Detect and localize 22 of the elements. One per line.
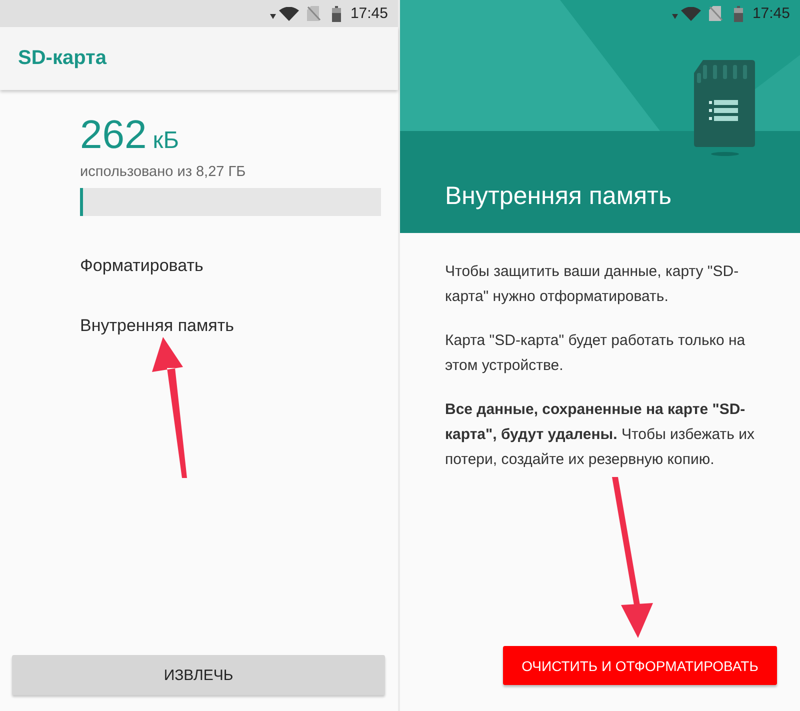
app-bar-title: SD-карта [18, 47, 106, 70]
status-time: 17:45 [752, 5, 790, 22]
format-button[interactable]: ОЧИСТИТЬ И ОТФОРМАТИРОВАТЬ [503, 646, 777, 685]
menu-item[interactable]: Внутренняя память [80, 296, 381, 356]
sim-card-icon [307, 6, 322, 21]
wifi-icon [279, 6, 300, 20]
sim-card-icon [709, 6, 724, 21]
triangle-icon [672, 14, 678, 18]
used-amount: 262 [80, 112, 147, 158]
body-paragraph: Все данные, сохраненные на карте "SD-карта", будут удалены. Чтобы избежать их потери, создайте их резервную копию. [445, 400, 756, 470]
triangle-icon [270, 14, 276, 18]
body-paragraph: Карта "SD-карта" будет работать только на этом устройстве. [445, 331, 746, 376]
body-paragraph: Чтобы защитить ваши данные, карту "SD-карта" нужно отформатировать. [445, 262, 740, 307]
used-unit: кБ [152, 127, 179, 155]
status-time: 17:45 [350, 5, 388, 22]
usage-caption: использовано из 8,27 ГБ [80, 163, 247, 182]
eject-button[interactable]: ИЗВЛЕЧЬ [12, 655, 385, 695]
battery-icon [332, 6, 342, 22]
menu-item[interactable]: Форматировать [80, 236, 381, 296]
header-title: Внутренняя память [444, 181, 673, 212]
wifi-icon [681, 6, 702, 20]
sd-card-icon [694, 60, 756, 157]
